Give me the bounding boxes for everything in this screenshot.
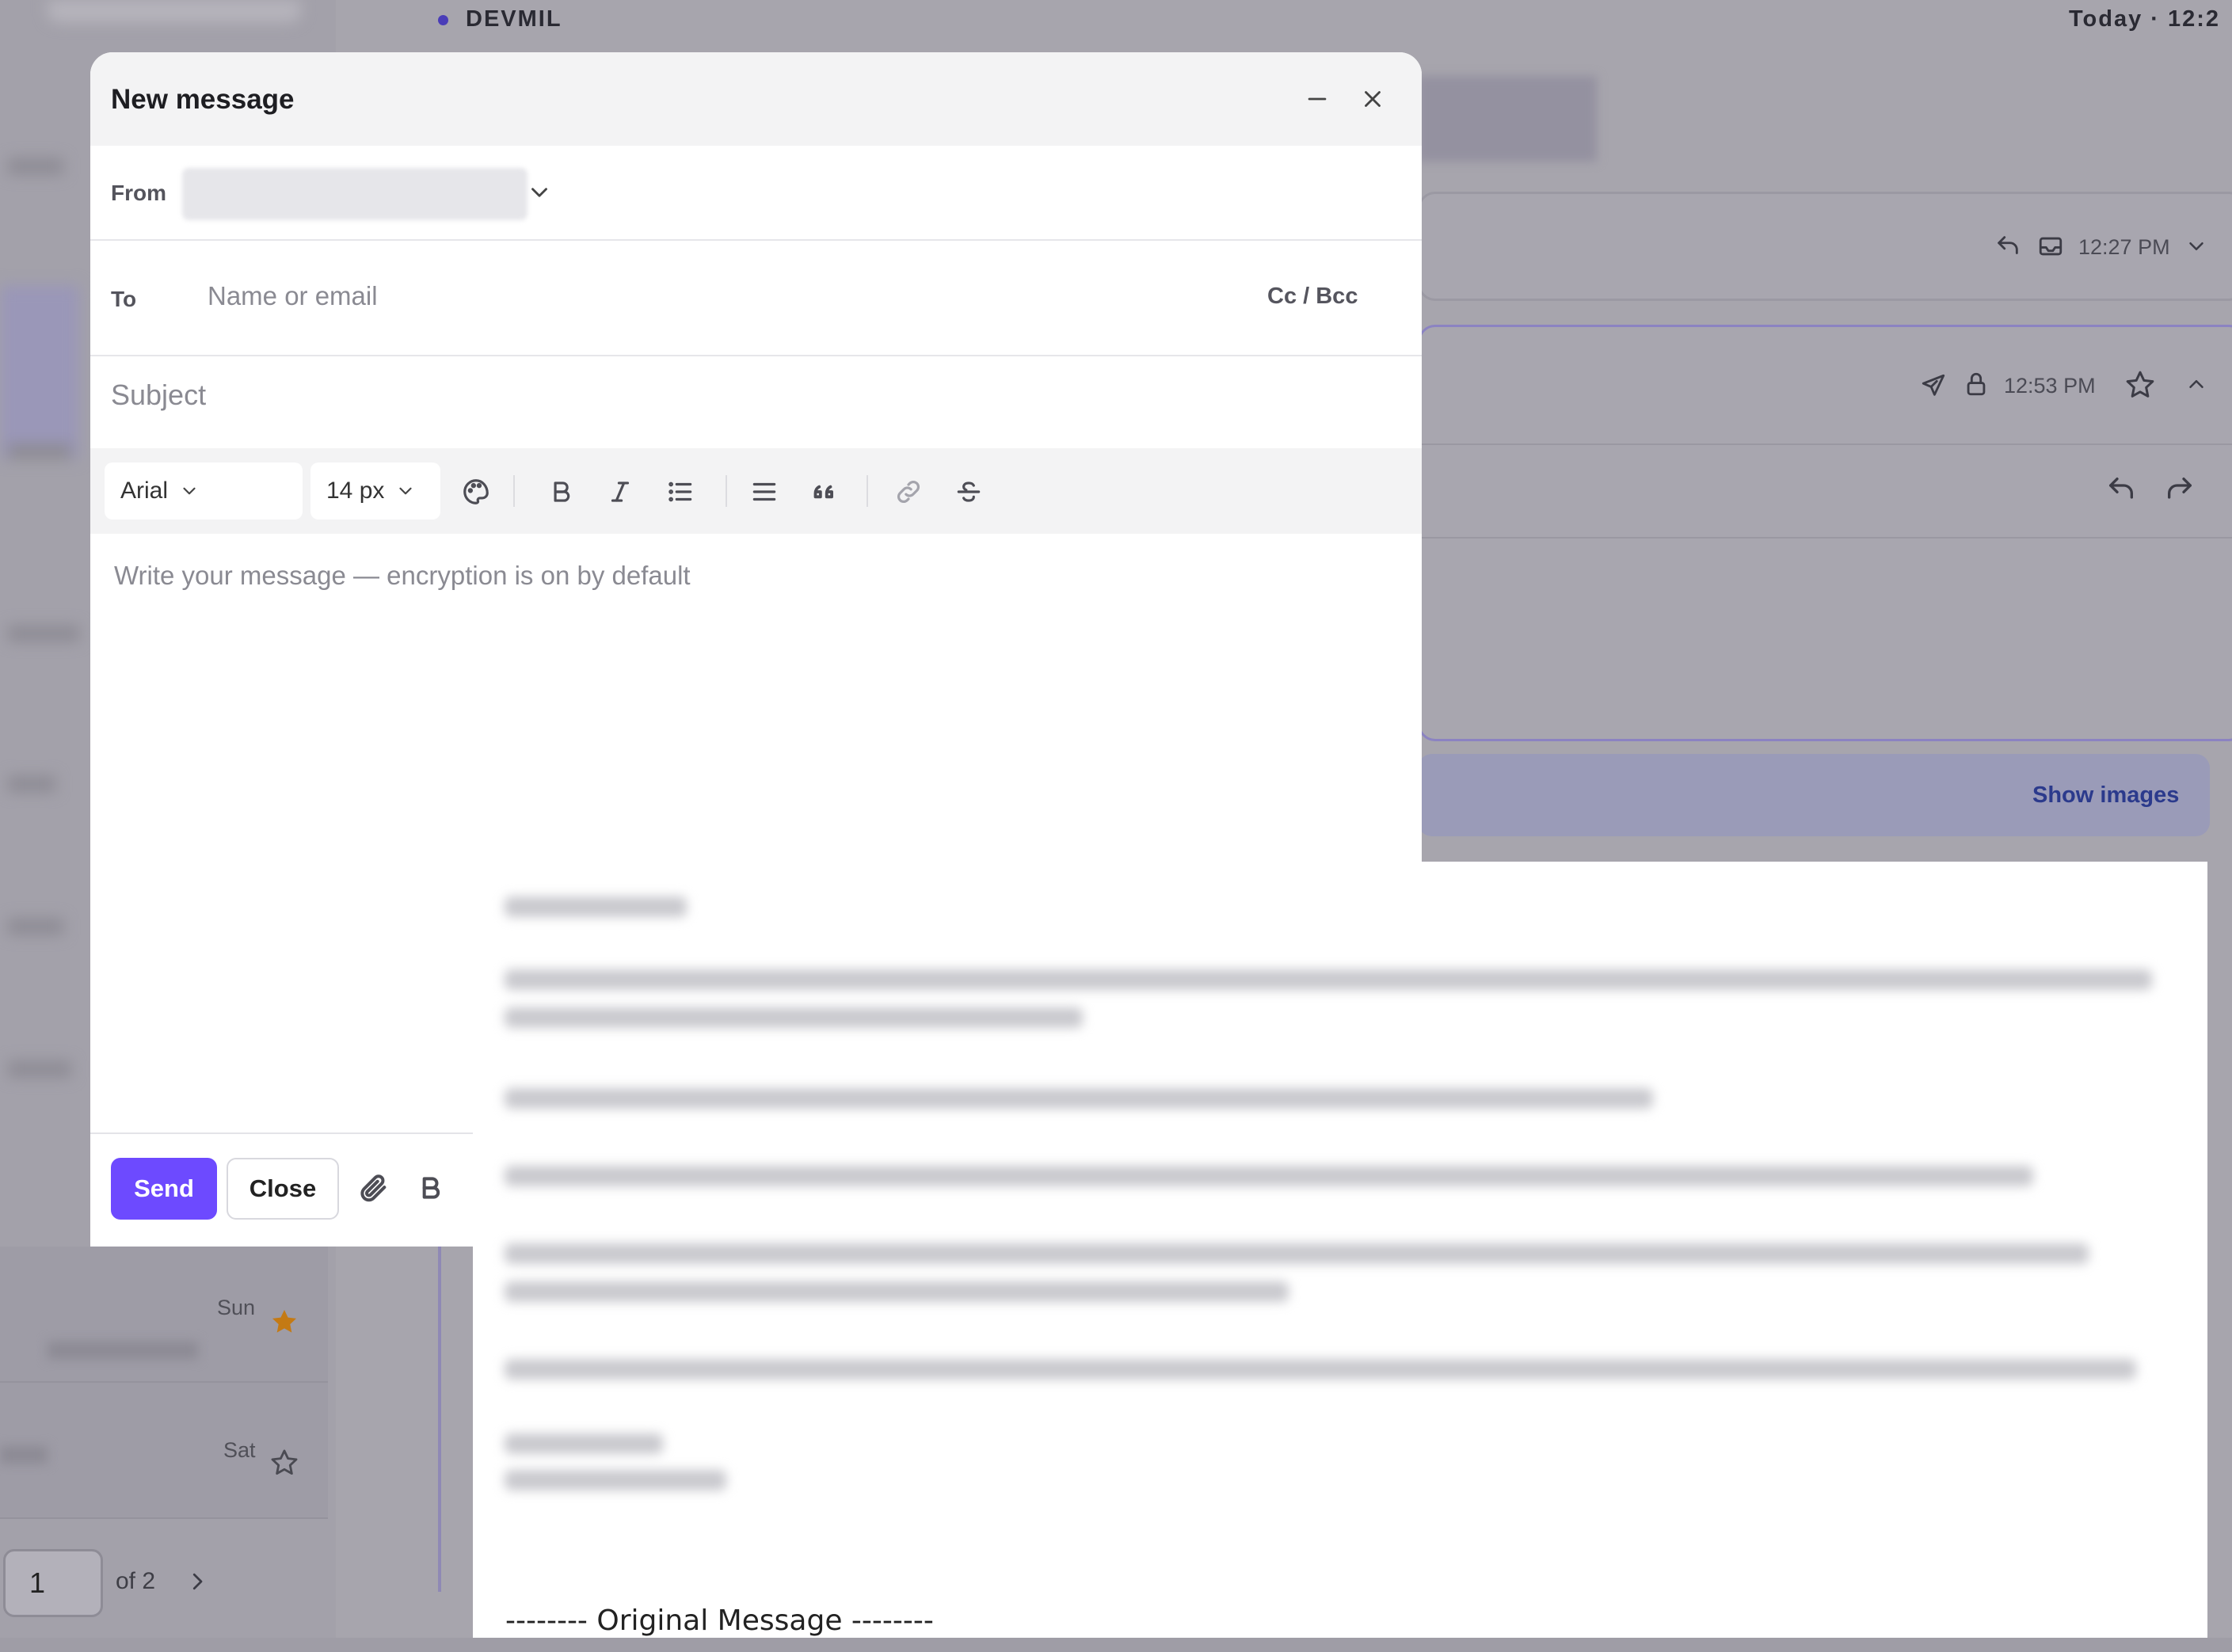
divider xyxy=(1418,537,2232,539)
blockquote-icon[interactable] xyxy=(808,477,838,507)
redacted-text xyxy=(505,1470,726,1490)
header-timestamp: Today · 12:2 xyxy=(2069,6,2221,32)
link-icon[interactable] xyxy=(893,477,924,507)
redacted-text xyxy=(505,896,687,917)
toolbar-separator xyxy=(867,475,868,507)
message-body-pane xyxy=(473,862,2207,1638)
org-dot-icon xyxy=(438,15,448,25)
message-time: 12:53 PM xyxy=(2004,374,2096,398)
original-message-separator: -------- Original Message -------- xyxy=(505,1604,934,1637)
thread-message-expanded xyxy=(1418,325,2232,741)
redacted-text xyxy=(505,1166,2033,1186)
lock-icon xyxy=(1963,371,1990,398)
close-icon[interactable] xyxy=(1359,86,1386,112)
divider xyxy=(90,239,1422,241)
text-color-palette-icon[interactable] xyxy=(461,477,491,507)
minimize-icon[interactable] xyxy=(1304,86,1331,112)
forward-icon[interactable] xyxy=(2164,474,2196,505)
attachment-icon[interactable] xyxy=(358,1172,390,1204)
font-size-value: 14 px xyxy=(326,478,385,504)
toolbar-separator xyxy=(726,475,727,507)
thread-divider xyxy=(438,1235,441,1592)
message-time: 12:27 PM xyxy=(2078,235,2170,259)
star-outline-icon[interactable] xyxy=(2124,369,2156,401)
org-name: DEVMIL xyxy=(466,6,562,32)
italic-icon[interactable] xyxy=(605,477,635,507)
star-outline-icon[interactable] xyxy=(269,1448,299,1478)
to-label: To xyxy=(111,287,137,311)
redacted-text xyxy=(505,1243,2089,1264)
divider xyxy=(90,1132,473,1134)
chevron-down-icon[interactable] xyxy=(2184,234,2208,258)
message-body-editor[interactable] xyxy=(114,556,1381,596)
list-item[interactable]: Sat xyxy=(0,1383,328,1519)
cc-bcc-button[interactable]: Cc / Bcc xyxy=(1267,284,1358,310)
page-number-input[interactable]: 1 xyxy=(3,1549,103,1617)
chevron-down-icon[interactable] xyxy=(526,179,553,206)
redacted-text xyxy=(505,1088,1653,1109)
list-item-day: Sat xyxy=(223,1438,256,1462)
from-address-redacted[interactable] xyxy=(182,168,528,220)
toolbar-separator xyxy=(513,475,515,507)
chevron-right-icon[interactable] xyxy=(185,1570,209,1593)
list-item-day: Sun xyxy=(217,1296,256,1319)
page-number-value: 1 xyxy=(29,1566,46,1599)
inbox-icon xyxy=(2037,233,2064,260)
redacted-text xyxy=(505,1007,1083,1028)
email-subject-blurred xyxy=(1418,76,1597,162)
font-size-select[interactable]: 14 px xyxy=(310,462,440,520)
close-button[interactable]: Close xyxy=(227,1158,339,1220)
redacted-text xyxy=(505,1359,2136,1380)
list-item[interactable]: Sun xyxy=(0,1247,328,1383)
window-bottom-edge xyxy=(0,1638,2232,1652)
star-filled-icon[interactable] xyxy=(269,1307,299,1337)
subject-input[interactable] xyxy=(111,375,1378,415)
font-family-select[interactable]: Arial xyxy=(105,462,303,520)
bold-icon[interactable] xyxy=(547,477,577,507)
compose-title: New message xyxy=(111,84,295,115)
divider xyxy=(90,355,1422,356)
sent-icon xyxy=(1920,372,1947,399)
redacted-text xyxy=(505,1281,1289,1302)
bold-icon[interactable] xyxy=(415,1172,447,1204)
redacted-text xyxy=(505,1433,663,1454)
chevron-down-icon xyxy=(179,481,200,501)
show-images-link[interactable]: Show images xyxy=(2032,782,2179,809)
divider xyxy=(1418,443,2232,445)
reply-icon[interactable] xyxy=(1994,233,2021,260)
send-button[interactable]: Send xyxy=(111,1158,217,1220)
chevron-up-icon[interactable] xyxy=(2184,372,2208,396)
bulleted-list-icon[interactable] xyxy=(665,477,695,507)
page-count-label: of 2 xyxy=(116,1568,156,1594)
to-input[interactable] xyxy=(208,277,1237,315)
strikethrough-icon[interactable] xyxy=(954,477,984,507)
redacted-text xyxy=(505,969,2152,990)
reply-icon[interactable] xyxy=(2105,474,2137,505)
font-family-value: Arial xyxy=(120,478,169,504)
align-icon[interactable] xyxy=(749,477,779,507)
from-label: From xyxy=(111,181,166,205)
chevron-down-icon xyxy=(395,481,416,501)
